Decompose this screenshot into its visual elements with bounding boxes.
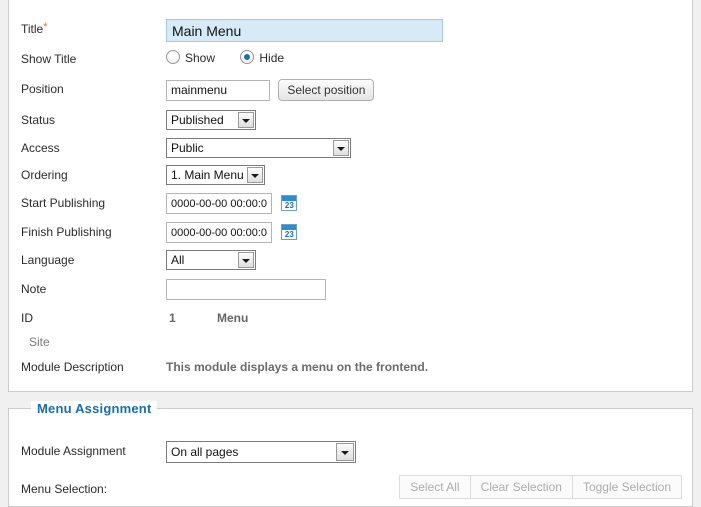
radio-hide-label: Hide <box>259 51 285 65</box>
id-kind-value: Menu <box>217 311 249 325</box>
row-module-description: Module Description This module displays … <box>9 357 692 379</box>
show-title-radio-group: Show Hide <box>166 50 306 65</box>
note-input[interactable] <box>166 279 326 300</box>
select-position-button[interactable]: Select position <box>278 79 375 101</box>
id-label: ID <box>21 311 33 325</box>
position-label: Position <box>21 82 64 96</box>
chevron-down-icon[interactable] <box>336 443 354 461</box>
show-title-label: Show Title <box>21 52 77 66</box>
details-fieldset: Details Title* Show Title Show Hide <box>8 0 693 392</box>
menu-assignment-legend: Menu Assignment <box>31 401 158 416</box>
finish-publishing-label: Finish Publishing <box>21 225 112 239</box>
radio-show-indicator[interactable] <box>166 50 180 64</box>
radio-show[interactable]: Show <box>166 50 215 65</box>
row-status: Status Published <box>9 110 692 132</box>
status-select[interactable]: Published <box>166 110 256 130</box>
row-position: Position Select position <box>9 79 692 101</box>
menu-selection-button-group: Select All Clear Selection Toggle Selectio… <box>399 475 682 499</box>
row-note: Note <box>9 279 692 301</box>
access-select[interactable]: Public <box>166 138 351 158</box>
start-publishing-label: Start Publishing <box>21 196 106 210</box>
module-assignment-label: Module Assignment <box>21 444 126 458</box>
language-label: Language <box>21 253 75 267</box>
site-label: Site <box>29 335 50 349</box>
radio-hide[interactable]: Hide <box>240 50 284 65</box>
row-site: Site <box>9 332 692 354</box>
note-control <box>166 279 326 300</box>
start-publishing-control: 23 <box>166 193 298 214</box>
access-label: Access <box>21 141 60 155</box>
access-select-value: Public <box>171 141 204 155</box>
menu-assignment-fieldset: Menu Assignment Module Assignment On all… <box>8 401 693 507</box>
chevron-down-icon[interactable] <box>333 140 349 156</box>
select-all-button[interactable]: Select All <box>399 475 471 499</box>
access-control: Public <box>166 138 351 158</box>
position-control: Select position <box>166 79 375 101</box>
title-input[interactable] <box>166 19 443 42</box>
start-publishing-input[interactable] <box>166 193 272 214</box>
status-label: Status <box>21 113 56 127</box>
row-show-title: Show Title Show Hide <box>9 49 692 71</box>
module-assignment-control: On all pages <box>166 441 356 463</box>
radio-show-label: Show <box>185 51 216 65</box>
id-value: 1 <box>169 311 176 325</box>
chevron-down-icon[interactable] <box>238 112 254 128</box>
required-asterisk: * <box>43 21 48 33</box>
row-finish-publishing: Finish Publishing 23 <box>9 222 692 244</box>
module-assignment-select[interactable]: On all pages <box>166 441 356 463</box>
status-control: Published <box>166 110 256 130</box>
row-ordering: Ordering 1. Main Menu <box>9 165 692 187</box>
row-title: Title* <box>9 19 692 42</box>
ordering-select[interactable]: 1. Main Menu <box>166 165 265 185</box>
chevron-down-icon[interactable] <box>247 167 263 183</box>
row-id: ID 1 Menu <box>9 308 692 330</box>
title-control <box>166 19 443 42</box>
row-access: Access Public <box>9 138 692 160</box>
note-label: Note <box>21 282 47 296</box>
row-language: Language All <box>9 250 692 272</box>
module-description-label: Module Description <box>21 360 124 374</box>
calendar-icon[interactable]: 23 <box>281 224 298 240</box>
row-start-publishing: Start Publishing 23 <box>9 193 692 215</box>
module-edit-form: Details Title* Show Title Show Hide <box>0 0 701 507</box>
finish-publishing-input[interactable] <box>166 222 272 243</box>
module-description-value: This module displays a menu on the front… <box>166 360 429 374</box>
language-select[interactable]: All <box>166 250 256 270</box>
finish-publishing-control: 23 <box>166 222 298 243</box>
chevron-down-icon[interactable] <box>238 252 254 268</box>
clear-selection-button[interactable]: Clear Selection <box>469 475 573 499</box>
menu-selection-label: Menu Selection: <box>21 482 108 496</box>
toggle-selection-button[interactable]: Toggle Selection <box>571 475 682 499</box>
position-input[interactable] <box>166 79 270 101</box>
module-assignment-select-value: On all pages <box>171 445 239 459</box>
calendar-icon[interactable]: 23 <box>281 195 298 211</box>
ordering-label: Ordering <box>21 168 68 182</box>
language-control: All <box>166 250 256 270</box>
title-label: Title* <box>21 21 48 36</box>
calendar-icon-day: 23 <box>284 230 294 239</box>
ordering-control: 1. Main Menu <box>166 165 265 185</box>
calendar-icon-day: 23 <box>284 201 294 210</box>
radio-hide-indicator[interactable] <box>240 50 255 64</box>
row-module-assignment: Module Assignment On all pages <box>9 441 692 463</box>
